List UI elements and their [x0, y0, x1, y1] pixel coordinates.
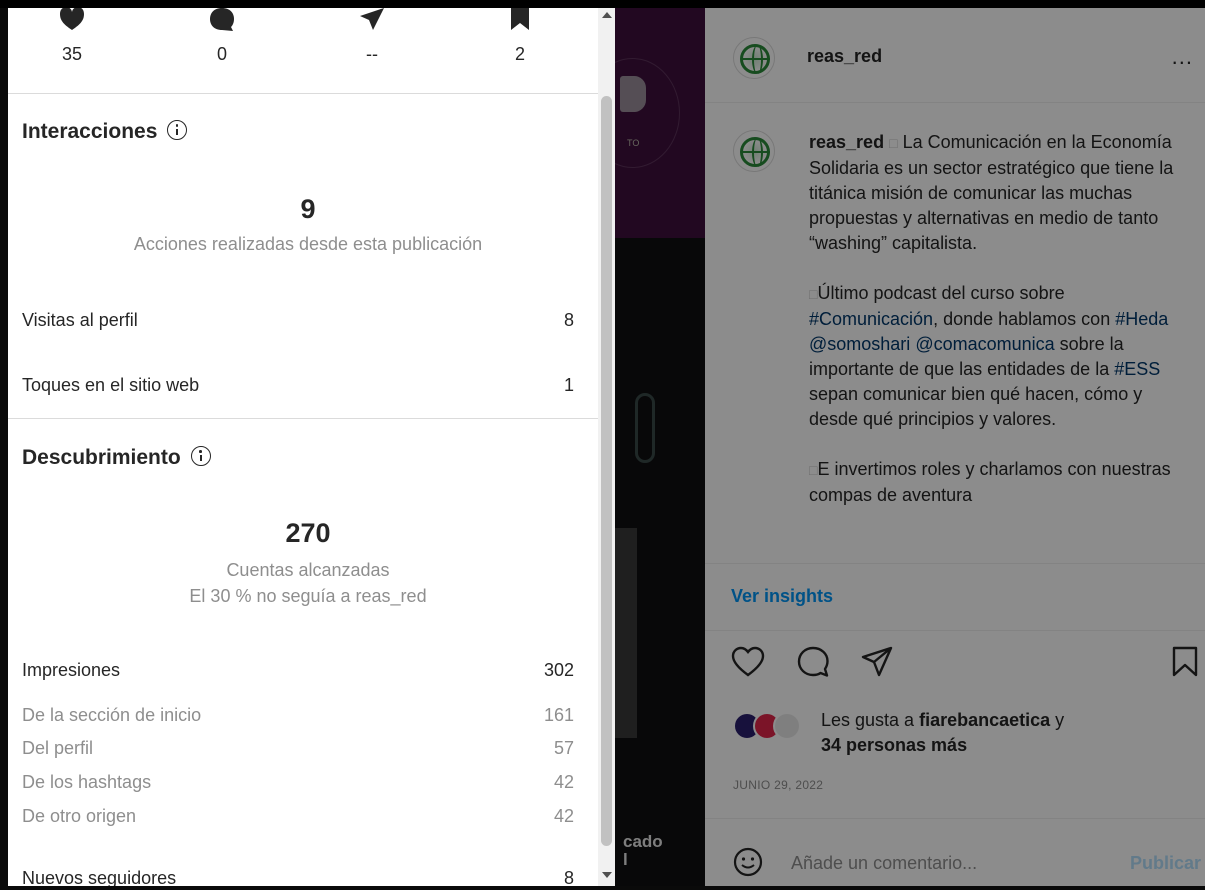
likes-others-link[interactable]: 34 personas más — [821, 735, 967, 755]
interactions-title-text: Interacciones — [22, 120, 158, 143]
row-value: 161 — [543, 705, 574, 725]
post-details: reas_red ... reas_red □ La Comunicación … — [705, 8, 1205, 886]
post-date[interactable]: JUNIO 29, 2022 — [733, 778, 823, 792]
post-header: reas_red ... — [705, 8, 1205, 103]
discovery-title-text: Descubrimiento — [22, 446, 181, 469]
like-heart-icon[interactable] — [731, 646, 765, 678]
post-caption: reas_red □ La Comunicación en la Economí… — [809, 130, 1184, 533]
bookmark-icon — [511, 8, 529, 30]
caption-text: , donde hablamos con — [933, 309, 1116, 329]
emoji-icon[interactable] — [733, 847, 763, 877]
discovery-total: 270 — [285, 518, 331, 548]
share-icon[interactable] — [861, 646, 893, 678]
scroll-up-arrow-icon[interactable] — [602, 12, 612, 18]
discovery-title: Descubrimiento — [22, 446, 211, 470]
hashtag-link[interactable]: #ESS — [1114, 359, 1160, 379]
row-source-hashtags: De los hashtags 42 — [22, 772, 574, 793]
post-image: TO cado l — [615, 8, 705, 886]
row-source-home: De la sección de inicio 161 — [22, 705, 574, 726]
row-value: 8 — [563, 868, 574, 886]
comment-bar: Añade un comentario... Publicar — [705, 818, 1205, 886]
interactions-title: Interacciones — [22, 120, 188, 144]
save-bookmark-icon[interactable] — [1171, 646, 1199, 678]
likes-mid: y — [1050, 710, 1065, 730]
row-label: Toques en el sitio web — [22, 375, 200, 395]
row-new-followers: Nuevos seguidores 8 — [22, 868, 574, 886]
caption-text: sepan comunicar bien qué hacen, cómo y d… — [809, 384, 1143, 429]
row-website-taps: Toques en el sitio web 1 — [22, 375, 574, 396]
stat-saves: 2 — [470, 8, 570, 65]
post-actions — [705, 638, 1205, 688]
stat-likes: 35 — [22, 8, 122, 65]
row-profile-visits: Visitas al perfil 8 — [22, 310, 574, 331]
row-value: 302 — [543, 660, 574, 680]
globe-logo-icon — [740, 137, 770, 167]
comment-input[interactable]: Añade un comentario... — [791, 853, 977, 874]
stat-comments: 0 — [172, 8, 272, 65]
post-image-small-text: TO — [627, 138, 640, 148]
mention-link[interactable]: @comacomunica — [915, 334, 1054, 354]
row-label: Nuevos seguidores — [22, 868, 177, 886]
row-value: 8 — [563, 310, 574, 330]
row-label: Del perfil — [22, 738, 94, 758]
stat-value: -- — [366, 44, 378, 64]
row-value: 42 — [553, 806, 574, 826]
row-value: 42 — [553, 772, 574, 792]
row-label: De otro origen — [22, 806, 137, 826]
caption-avatar[interactable] — [733, 130, 775, 172]
liker-avatars — [733, 712, 811, 742]
row-value: 57 — [553, 738, 574, 758]
stat-value: 2 — [514, 44, 525, 64]
caption-text: Último podcast del curso sobre — [817, 283, 1065, 303]
interactions-subtitle: Acciones realizadas desde esta publicaci… — [133, 234, 483, 254]
stat-value: 0 — [216, 44, 227, 64]
post-image-caption: cado l — [623, 832, 663, 869]
publish-button[interactable]: Publicar — [1130, 853, 1201, 874]
liker-avatar[interactable] — [773, 712, 801, 740]
insights-panel: 35 0 -- 2 Interacciones 9 Acciones reali… — [8, 8, 615, 886]
info-icon[interactable] — [190, 446, 211, 467]
scrollbar-thumb[interactable] — [601, 96, 612, 846]
caption-paragraph-3: E invertimos roles y charlamos con nuest… — [809, 459, 1171, 505]
comment-icon[interactable] — [797, 646, 829, 678]
row-source-other: De otro origen 42 — [22, 806, 574, 827]
row-source-profile: Del perfil 57 — [22, 738, 574, 759]
row-label: De los hashtags — [22, 772, 152, 792]
globe-logo-icon — [740, 44, 770, 74]
interactions-total: 9 — [300, 194, 316, 224]
hashtag-link[interactable]: #Comunicación — [809, 309, 933, 329]
row-label: Visitas al perfil — [22, 310, 138, 330]
row-value: 1 — [563, 375, 574, 395]
hashtag-link[interactable]: #Heda — [1115, 309, 1168, 329]
ver-insights-bar: Ver insights — [705, 563, 1205, 631]
row-impressions: Impresiones 302 — [22, 660, 574, 681]
row-label: De la sección de inicio — [22, 705, 202, 725]
likes-text: Les gusta a fiarebancaetica y 34 personas… — [821, 708, 1064, 758]
discovery-subtitle-2: El 30 % no seguía a reas_red — [189, 586, 427, 606]
top-frame — [0, 0, 1205, 8]
scroll-down-arrow-icon[interactable] — [602, 872, 612, 878]
emoji-placeholder-icon: □ — [889, 135, 898, 151]
more-options-icon[interactable]: ... — [1172, 44, 1193, 70]
avatar[interactable] — [733, 37, 775, 79]
comment-icon — [210, 8, 234, 31]
share-icon — [360, 8, 384, 30]
post-image-chain — [635, 393, 655, 463]
likes-prefix: Les gusta a — [821, 710, 920, 730]
liker-username-link[interactable]: fiarebancaetica — [919, 710, 1050, 730]
section-divider — [8, 418, 598, 419]
stat-shares: -- — [322, 8, 422, 65]
ver-insights-link[interactable]: Ver insights — [731, 586, 833, 607]
caption-username[interactable]: reas_red — [809, 132, 884, 152]
row-label: Impresiones — [22, 660, 121, 680]
post-image-highlight — [615, 528, 637, 738]
post-image-letter — [620, 76, 646, 112]
stat-value: 35 — [61, 44, 83, 64]
discovery-subtitle: Cuentas alcanzadas — [226, 560, 390, 580]
post-username[interactable]: reas_red — [807, 46, 882, 67]
info-icon[interactable] — [167, 120, 188, 141]
top-stats: 35 0 -- 2 — [8, 8, 598, 94]
mention-link[interactable]: @somoshari — [809, 334, 910, 354]
heart-icon — [60, 8, 84, 30]
